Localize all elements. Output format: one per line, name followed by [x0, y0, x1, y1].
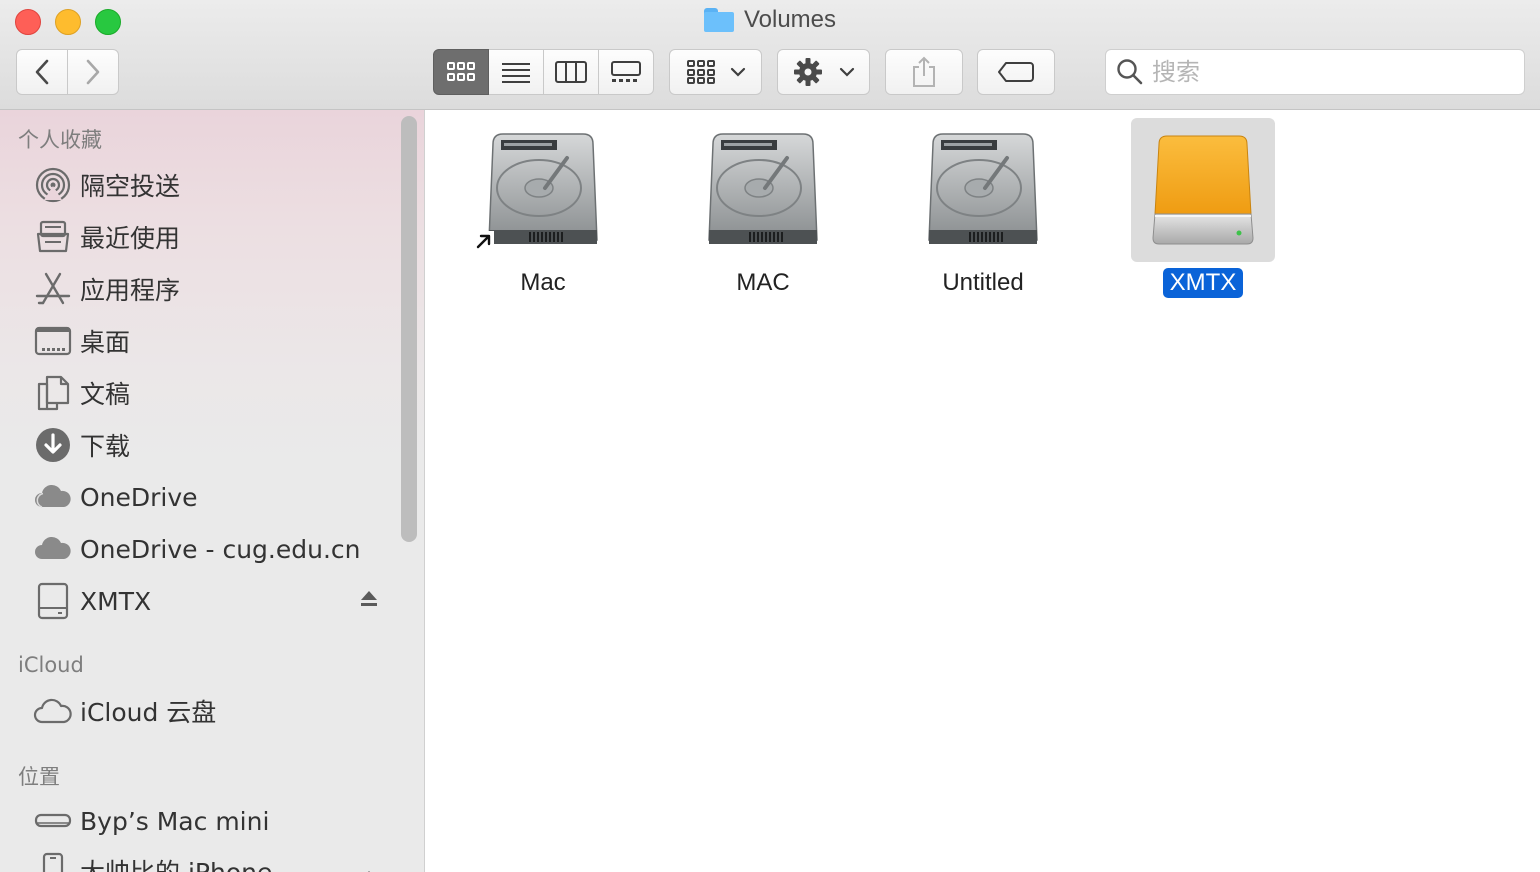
- sidebar-item-label: Byp’s Mac mini: [80, 806, 270, 836]
- sidebar-item-applications[interactable]: 应用程序: [33, 267, 393, 311]
- sidebar-item-airdrop[interactable]: 隔空投送: [33, 163, 393, 207]
- volume-item-untitled[interactable]: Untitled: [908, 118, 1058, 298]
- gallery-view-button[interactable]: [599, 49, 654, 95]
- sidebar-item-downloads[interactable]: 下载: [33, 423, 393, 467]
- action-menu-button[interactable]: [777, 49, 870, 95]
- volume-name: Mac: [520, 269, 566, 296]
- alias-arrow-icon: [473, 230, 495, 256]
- hard-disk-icon: [471, 118, 615, 262]
- airdrop-icon: [33, 165, 73, 205]
- sidebar-item-label: 应用程序: [80, 276, 181, 305]
- hard-disk-icon: [691, 118, 835, 262]
- volume-item-mac-upper[interactable]: MAC: [688, 118, 838, 298]
- search-icon: [1117, 59, 1143, 85]
- view-mode-control: [433, 49, 654, 95]
- window-title: Volumes: [0, 6, 1540, 40]
- sidebar-item-label: OneDrive - cug.edu.cn: [80, 534, 361, 564]
- chevron-down-icon: [839, 67, 854, 77]
- desktop-icon: [33, 321, 73, 361]
- volume-name: XMTX: [1162, 268, 1244, 298]
- navigation-buttons: [16, 49, 119, 95]
- group-by-button[interactable]: [669, 49, 762, 95]
- eject-icon[interactable]: [360, 589, 378, 613]
- sidebar-item-label: 大帅比的 iPhone: [80, 853, 272, 872]
- folder-icon: [703, 8, 734, 32]
- volume-name: Untitled: [942, 269, 1024, 296]
- search-input[interactable]: [1152, 58, 1512, 86]
- sidebar-item-icloud-drive[interactable]: iCloud 云盘: [33, 689, 393, 733]
- file-browser-content: Mac MAC Untitled XMTX: [426, 110, 1540, 872]
- sidebar-item-xmtx[interactable]: XMTX: [33, 579, 393, 623]
- sidebar-item-label: 文稿: [80, 380, 131, 409]
- hard-disk-icon: [911, 118, 1055, 262]
- icon-grid-icon: [447, 62, 475, 81]
- sidebar: 个人收藏 隔空投送 最近使用 应用程序 桌面 文稿 下载 OneDrive On…: [0, 110, 425, 872]
- sidebar-item-documents[interactable]: 文稿: [33, 371, 393, 415]
- chevron-left-icon: [35, 59, 49, 85]
- sidebar-item-label: OneDrive: [80, 482, 198, 512]
- search-field[interactable]: [1105, 49, 1525, 95]
- window-title-text: Volumes: [743, 6, 837, 33]
- columns-icon: [555, 61, 587, 83]
- chevron-right-icon: [86, 59, 100, 85]
- list-icon: [502, 63, 530, 83]
- sidebar-item-recents[interactable]: 最近使用: [33, 215, 393, 259]
- locations-section-title: 位置: [18, 765, 60, 789]
- list-view-button[interactable]: [489, 49, 544, 95]
- sidebar-item-mac-mini[interactable]: Byp’s Mac mini: [33, 799, 393, 843]
- sidebar-item-label: 隔空投送: [80, 172, 181, 201]
- share-button[interactable]: [885, 49, 963, 95]
- external-drive-icon: [33, 581, 73, 621]
- cloud-icon: [33, 477, 73, 517]
- downloads-icon: [33, 425, 73, 465]
- sidebar-item-iphone[interactable]: 大帅比的 iPhone: [33, 849, 393, 872]
- back-button[interactable]: [16, 49, 68, 95]
- favorites-section-title: 个人收藏: [18, 128, 102, 152]
- documents-icon: [33, 373, 73, 413]
- volume-name: MAC: [736, 269, 790, 296]
- gear-icon: [793, 58, 822, 86]
- tag-icon: [998, 62, 1034, 82]
- icloud-icon: [33, 691, 73, 731]
- icon-view-button[interactable]: [433, 49, 489, 95]
- tags-button[interactable]: [977, 49, 1055, 95]
- forward-button[interactable]: [68, 49, 119, 95]
- gallery-icon: [611, 61, 641, 82]
- sidebar-item-label: 最近使用: [80, 224, 181, 253]
- volume-item-mac[interactable]: Mac: [468, 118, 618, 298]
- sidebar-item-label: 下载: [80, 432, 131, 461]
- cloud-icon: [33, 529, 73, 569]
- share-icon: [913, 56, 935, 87]
- recents-icon: [33, 217, 73, 257]
- volume-item-xmtx[interactable]: XMTX: [1128, 118, 1278, 298]
- window-toolbar: Volumes: [0, 0, 1540, 110]
- sidebar-item-label: XMTX: [80, 586, 152, 616]
- sidebar-scrollbar[interactable]: [401, 116, 417, 542]
- external-drive-icon: [1131, 118, 1275, 262]
- chevron-down-icon: [730, 67, 745, 77]
- iphone-icon: [33, 851, 73, 872]
- sidebar-item-label: 桌面: [80, 328, 131, 357]
- sidebar-item-onedrive-cug[interactable]: OneDrive - cug.edu.cn: [33, 527, 393, 571]
- mac-mini-icon: [33, 801, 73, 841]
- sidebar-item-onedrive[interactable]: OneDrive: [33, 475, 393, 519]
- sidebar-item-desktop[interactable]: 桌面: [33, 319, 393, 363]
- group-grid-icon: [686, 60, 715, 84]
- column-view-button[interactable]: [544, 49, 599, 95]
- icloud-section-title: iCloud: [18, 653, 84, 677]
- applications-icon: [33, 269, 73, 309]
- sidebar-item-label: iCloud 云盘: [80, 698, 217, 727]
